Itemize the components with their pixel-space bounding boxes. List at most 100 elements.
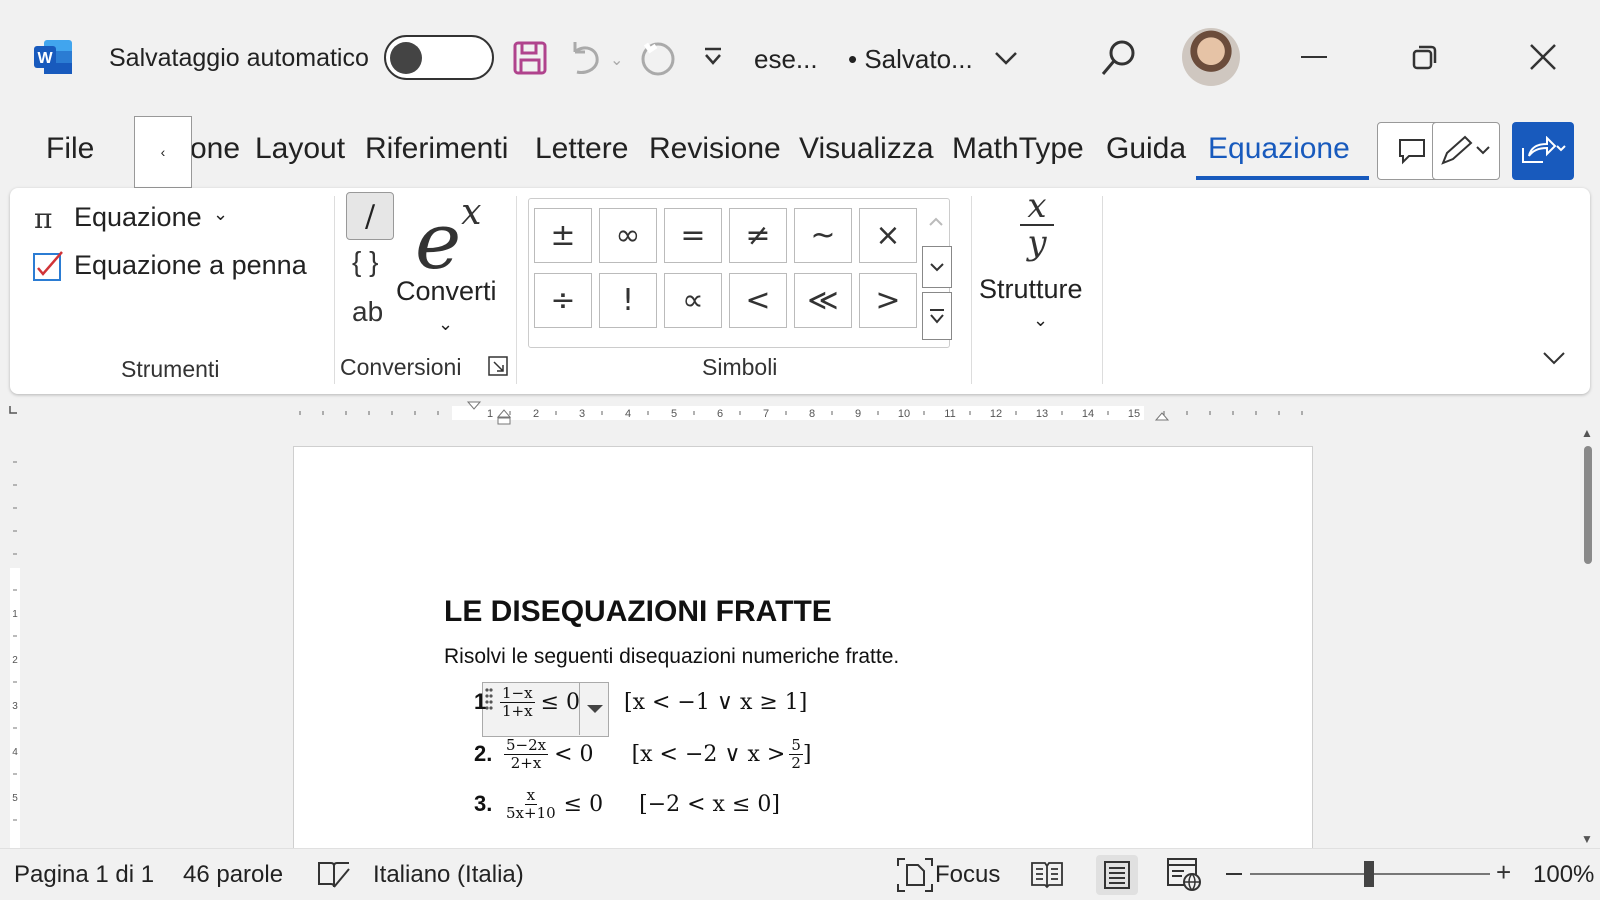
tab-visualizza[interactable]: Visualizza <box>799 132 934 166</box>
web-layout-icon[interactable] <box>1166 857 1202 896</box>
gallery-more-icon[interactable] <box>922 292 952 340</box>
equazione-penna-button[interactable]: Equazione a penna <box>74 250 307 281</box>
page-count[interactable]: Pagina 1 di 1 <box>14 861 154 889</box>
undo-dropdown-icon[interactable]: ⌄ <box>610 50 623 70</box>
dialog-launcher-icon[interactable] <box>488 356 508 381</box>
svg-text:11: 11 <box>944 408 955 420</box>
read-mode-icon[interactable] <box>1030 859 1064 894</box>
minimize-icon[interactable] <box>1301 56 1327 58</box>
word-app-icon[interactable]: W <box>34 38 74 76</box>
fraction[interactable]: 5−2x 2+x <box>504 737 549 771</box>
solution-prefix: [x < −2 ∨ x > <box>631 741 786 767</box>
fraction-denominator: 2 <box>791 753 801 772</box>
solution: [x < −1 ∨ x ≥ 1] <box>624 689 808 715</box>
converti-button[interactable]: Converti <box>396 276 497 307</box>
editing-mode-icon[interactable] <box>1432 122 1500 180</box>
symbol-infinity[interactable]: ∞ <box>599 208 657 263</box>
converti-dropdown-icon[interactable]: ⌄ <box>438 314 453 335</box>
zoom-level[interactable]: 100% <box>1533 861 1594 889</box>
list-item[interactable]: 1 1−x 1+x ≤ 0 [x < −1 ∨ x ≥ 1] <box>474 685 807 719</box>
symbol-factorial[interactable]: ! <box>599 273 657 328</box>
focus-icon[interactable] <box>896 857 934 898</box>
linear-format-button[interactable]: / <box>346 192 394 240</box>
active-tab-indicator <box>1196 176 1369 180</box>
zoom-slider-thumb[interactable] <box>1364 861 1374 887</box>
scroll-up-icon[interactable]: ▲ <box>1581 426 1593 440</box>
gallery-scroll-up-icon[interactable] <box>922 202 950 242</box>
tab-guida[interactable]: Guida <box>1106 132 1186 166</box>
svg-text:4: 4 <box>625 408 631 420</box>
search-icon[interactable] <box>1096 36 1140 80</box>
zoom-out-icon[interactable] <box>1226 873 1242 875</box>
zoom-in-icon[interactable]: + <box>1496 857 1511 888</box>
autosave-toggle[interactable] <box>384 35 494 80</box>
vertical-scrollbar[interactable]: ▲ ▼ <box>1575 426 1600 848</box>
restore-icon[interactable] <box>1410 42 1440 72</box>
symbol-less-than[interactable]: < <box>729 273 787 328</box>
tab-mathtype[interactable]: MathType <box>952 132 1084 166</box>
symbol-tilde[interactable]: ~ <box>794 208 852 263</box>
document-name[interactable]: ese... <box>754 44 818 75</box>
tab-layout[interactable]: Layout <box>255 132 345 166</box>
document-instructions[interactable]: Risolvi le seguenti disequazioni numeric… <box>444 645 899 669</box>
equazione-dropdown-icon[interactable]: ⌄ <box>213 204 228 225</box>
scroll-down-icon[interactable]: ▼ <box>1581 832 1593 846</box>
focus-label[interactable]: Focus <box>935 861 1000 889</box>
symbol-proportional[interactable]: ∝ <box>664 273 722 328</box>
svg-text:1: 1 <box>487 408 493 420</box>
print-layout-icon[interactable] <box>1096 855 1138 895</box>
customize-qat-icon[interactable] <box>698 42 728 72</box>
normal-text-button[interactable]: ab <box>352 296 383 328</box>
strutture-dropdown-icon[interactable]: ⌄ <box>1033 310 1048 331</box>
tab-lettere[interactable]: Lettere <box>535 132 628 166</box>
fraction[interactable]: 1−x 1+x <box>500 685 535 719</box>
save-state[interactable]: • Salvato... <box>848 44 973 75</box>
redo-icon[interactable] <box>638 38 678 78</box>
gallery-scroll-down-icon[interactable] <box>922 246 952 288</box>
symbol-not-equal[interactable]: ≠ <box>729 208 787 263</box>
chevron-down-icon[interactable] <box>990 42 1022 74</box>
group-separator <box>516 196 517 384</box>
fraction-numerator: 1−x <box>500 684 535 703</box>
svg-text:5: 5 <box>671 408 677 420</box>
share-icon[interactable] <box>1512 122 1574 180</box>
autosave-label: Salvataggio automatico <box>109 44 369 72</box>
tab-equazione[interactable]: Equazione <box>1208 132 1350 166</box>
collapse-ribbon-icon[interactable] <box>1540 348 1568 368</box>
solution-fraction: 52 <box>789 737 803 771</box>
symbol-plus-minus[interactable]: ± <box>534 208 592 263</box>
language-label[interactable]: Italiano (Italia) <box>373 861 524 889</box>
fraction[interactable]: x 5x+10 <box>504 787 558 821</box>
fraction-denominator: 5x+10 <box>506 803 556 822</box>
proofing-icon[interactable] <box>316 859 352 896</box>
symbol-greater-than[interactable]: > <box>859 273 917 328</box>
tab-file[interactable]: File <box>46 132 94 166</box>
close-icon[interactable] <box>1526 40 1560 74</box>
toggle-knob <box>390 42 422 74</box>
strutture-button[interactable]: Strutture <box>979 274 1083 305</box>
tab-scroll-left-button[interactable]: ‹ <box>134 116 192 188</box>
svg-text:2: 2 <box>12 655 18 666</box>
document-heading[interactable]: LE DISEQUAZIONI FRATTE <box>444 595 832 629</box>
list-item[interactable]: 3. x 5x+10 ≤ 0 [−2 < x ≤ 0] <box>474 787 780 821</box>
document-page[interactable]: LE DISEQUAZIONI FRATTE Risolvi le seguen… <box>293 446 1313 848</box>
word-count[interactable]: 46 parole <box>183 861 283 889</box>
undo-icon[interactable] <box>564 38 606 78</box>
equazione-button[interactable]: Equazione <box>74 202 202 233</box>
list-item[interactable]: 2. 5−2x 2+x < 0 [x < −2 ∨ x > 52 ] <box>474 737 811 771</box>
professional-format-button[interactable]: { } <box>352 246 378 278</box>
tab-revisione[interactable]: Revisione <box>649 132 781 166</box>
status-bar: Pagina 1 di 1 46 parole Italiano (Italia… <box>0 848 1600 900</box>
user-avatar[interactable] <box>1182 28 1240 86</box>
tab-home-partial[interactable]: one <box>190 132 240 166</box>
save-icon[interactable] <box>510 38 550 78</box>
symbol-divide[interactable]: ÷ <box>534 273 592 328</box>
symbol-equals[interactable]: = <box>664 208 722 263</box>
tab-riferimenti[interactable]: Riferimenti <box>365 132 508 166</box>
scrollbar-thumb[interactable] <box>1584 446 1592 564</box>
svg-text:3: 3 <box>12 701 18 712</box>
symbol-much-less[interactable]: ≪ <box>794 273 852 328</box>
fraction-numerator: x <box>524 786 538 805</box>
document-canvas[interactable]: LE DISEQUAZIONI FRATTE Risolvi le seguen… <box>30 426 1575 848</box>
symbol-times[interactable]: × <box>859 208 917 263</box>
